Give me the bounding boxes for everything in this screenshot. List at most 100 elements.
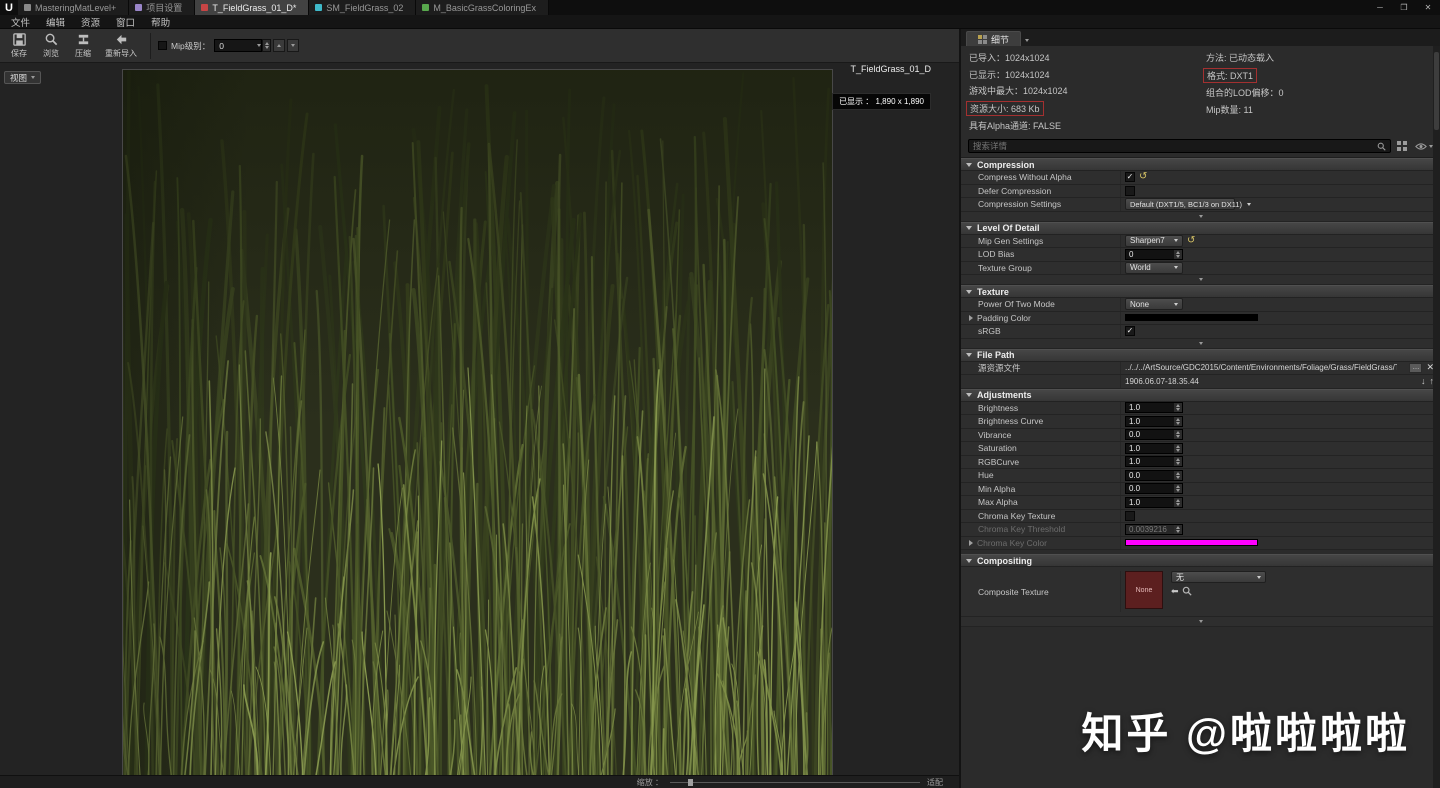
texture-info-block: 已导入：1024x1024 已显示：1024x1024 游戏中最大：1024x1… bbox=[961, 46, 1440, 137]
section-compression[interactable]: Compression bbox=[961, 158, 1440, 171]
composite-texture-dropdown[interactable]: 无 bbox=[1171, 571, 1266, 583]
min-alpha-spinbox[interactable]: 0.0 bbox=[1125, 483, 1183, 495]
reset-to-default-icon[interactable]: ↺ bbox=[1139, 172, 1147, 182]
zoom-slider-handle[interactable] bbox=[687, 778, 693, 786]
details-icon bbox=[978, 34, 987, 44]
tab-label: M_BasicGrassColoringEx bbox=[433, 2, 536, 13]
srgb-checkbox[interactable]: ✓ bbox=[1125, 326, 1135, 337]
row-max-alpha: Max Alpha 1.0 bbox=[961, 496, 1440, 510]
minimize-icon[interactable]: ─ bbox=[1368, 0, 1392, 15]
browse-button[interactable]: 浏览 bbox=[35, 30, 67, 62]
chevron-down-icon bbox=[257, 44, 262, 47]
mip-level-spinner[interactable] bbox=[262, 39, 272, 52]
tab-project-settings[interactable]: 项目设置 bbox=[129, 0, 196, 15]
details-scrollbar[interactable] bbox=[1433, 46, 1440, 788]
info-imported: 已导入：1024x1024 bbox=[969, 53, 1050, 63]
search-box[interactable] bbox=[968, 139, 1391, 153]
unreal-texture-editor-window: U MasteringMatLevel+ 项目设置 T_FieldGrass_0… bbox=[0, 0, 1440, 788]
section-more-expander[interactable] bbox=[961, 617, 1440, 627]
menu-edit[interactable]: 编辑 bbox=[38, 15, 73, 29]
tab-overflow-icon[interactable] bbox=[1025, 39, 1030, 42]
menu-help[interactable]: 帮助 bbox=[143, 15, 178, 29]
ue-logo-icon: U bbox=[5, 1, 13, 14]
eye-icon bbox=[1415, 142, 1427, 150]
search-input[interactable] bbox=[973, 141, 1374, 151]
scrollbar-thumb[interactable] bbox=[1434, 52, 1439, 130]
collapsed-arrow-icon[interactable] bbox=[969, 314, 973, 321]
row-defer-compression: Defer Compression bbox=[961, 184, 1440, 198]
section-texture[interactable]: Texture bbox=[961, 285, 1440, 298]
menu-file[interactable]: 文件 bbox=[3, 15, 38, 29]
rgbcurve-spinbox[interactable]: 1.0 bbox=[1125, 456, 1183, 468]
section-file-path[interactable]: File Path bbox=[961, 348, 1440, 362]
tab-details[interactable]: 细节 bbox=[966, 31, 1022, 46]
compress-button[interactable]: 压缩 bbox=[67, 30, 99, 62]
texture-group-dropdown[interactable]: World bbox=[1125, 261, 1183, 274]
chevron-down-icon bbox=[1198, 278, 1203, 281]
save-button[interactable]: 保存 bbox=[3, 30, 35, 62]
view-menu-button[interactable]: 视图 bbox=[4, 71, 42, 84]
mip-step-down-button[interactable] bbox=[287, 39, 300, 52]
defer-compression-checkbox[interactable] bbox=[1125, 185, 1135, 196]
brightness-spinbox[interactable]: 1.0 bbox=[1125, 402, 1183, 414]
saturation-spinbox[interactable]: 1.0 bbox=[1125, 442, 1183, 454]
spinner-down-icon bbox=[1176, 254, 1180, 258]
menu-asset[interactable]: 资源 bbox=[73, 15, 108, 29]
tab-texture-fieldgrass[interactable]: T_FieldGrass_01_D* bbox=[195, 0, 310, 15]
section-level-of-detail[interactable]: Level Of Detail bbox=[961, 221, 1440, 235]
vibrance-spinbox[interactable]: 0.0 bbox=[1125, 429, 1183, 441]
padding-color-swatch[interactable] bbox=[1125, 314, 1258, 322]
view-options-button[interactable] bbox=[1413, 141, 1435, 152]
chevron-down-icon bbox=[1174, 302, 1178, 306]
property-matrix-button[interactable] bbox=[1395, 140, 1409, 152]
texture-name-label: T_FieldGrass_01_D bbox=[850, 64, 931, 74]
section-more-expander[interactable] bbox=[961, 338, 1440, 349]
texture-preview[interactable] bbox=[106, 69, 861, 778]
collapsed-arrow-icon[interactable] bbox=[969, 539, 973, 546]
chroma-key-color-swatch[interactable] bbox=[1125, 539, 1258, 547]
menubar: 文件 编辑 资源 窗口 帮助 bbox=[0, 15, 1440, 29]
section-adjustments[interactable]: Adjustments bbox=[961, 388, 1440, 402]
row-compress-without-alpha: Compress Without Alpha ✓ ↺ bbox=[961, 171, 1440, 185]
fit-label[interactable]: 适配 bbox=[927, 777, 943, 788]
chroma-key-texture-checkbox[interactable] bbox=[1125, 510, 1135, 521]
reimport-button[interactable]: 重新导入 bbox=[99, 30, 143, 62]
compression-settings-dropdown[interactable]: Default (DXT1/5, BC1/3 on DX11) bbox=[1125, 198, 1251, 211]
mip-level-dropdown[interactable]: 0 bbox=[214, 39, 263, 52]
expand-arrow-icon bbox=[966, 558, 972, 563]
mip-gen-settings-dropdown[interactable]: Sharpen7 bbox=[1125, 234, 1183, 247]
power-of-two-mode-dropdown[interactable]: None bbox=[1125, 298, 1183, 311]
hue-spinbox[interactable]: 0.0 bbox=[1125, 469, 1183, 481]
maximize-icon[interactable]: ❒ bbox=[1392, 0, 1416, 15]
use-selected-asset-icon[interactable]: ⬅ bbox=[1171, 586, 1179, 596]
close-icon[interactable]: ✕ bbox=[1416, 0, 1440, 15]
tab-staticmesh-fieldgrass[interactable]: SM_FieldGrass_02 bbox=[309, 0, 417, 15]
menu-window[interactable]: 窗口 bbox=[108, 15, 143, 29]
details-panel: 细节 已导入：1024x1024 已显示：1024x1024 游戏中最大：102… bbox=[961, 29, 1440, 788]
composite-texture-thumbnail[interactable]: None bbox=[1125, 571, 1163, 609]
browse-path-button[interactable]: … bbox=[1409, 362, 1423, 373]
section-compositing[interactable]: Compositing bbox=[961, 554, 1440, 567]
section-more-expander[interactable] bbox=[961, 275, 1440, 285]
details-search-row bbox=[961, 137, 1440, 158]
tab-mastering-mat-level[interactable]: MasteringMatLevel+ bbox=[18, 0, 130, 15]
source-file-path[interactable]: ../../../ArtSource/GDC2015/Content/Envir… bbox=[1125, 363, 1397, 372]
lod-bias-spinbox[interactable]: 0 bbox=[1125, 248, 1183, 260]
tab-label: SM_FieldGrass_02 bbox=[326, 2, 404, 13]
tab-material-basicgrass[interactable]: M_BasicGrassColoringEx bbox=[416, 0, 549, 15]
chevron-down-icon bbox=[1247, 202, 1251, 206]
mip-level-checkbox[interactable] bbox=[158, 41, 167, 50]
reset-to-default-icon[interactable]: ↺ bbox=[1187, 235, 1195, 246]
texture-icon bbox=[201, 4, 209, 11]
compress-without-alpha-checkbox[interactable]: ✓ bbox=[1125, 172, 1135, 183]
find-in-browser-icon[interactable] bbox=[1182, 586, 1192, 596]
brightness-curve-spinbox[interactable]: 1.0 bbox=[1125, 415, 1183, 427]
export-down-icon[interactable]: ↓ bbox=[1421, 376, 1426, 386]
expand-arrow-icon bbox=[966, 353, 972, 357]
zoom-slider[interactable] bbox=[670, 778, 920, 786]
max-alpha-spinbox[interactable]: 1.0 bbox=[1125, 496, 1183, 508]
section-more-expander[interactable] bbox=[961, 211, 1440, 222]
mip-step-up-button[interactable] bbox=[273, 39, 286, 52]
row-srgb: sRGB ✓ bbox=[961, 325, 1440, 339]
spinner-down-icon bbox=[1176, 489, 1180, 493]
